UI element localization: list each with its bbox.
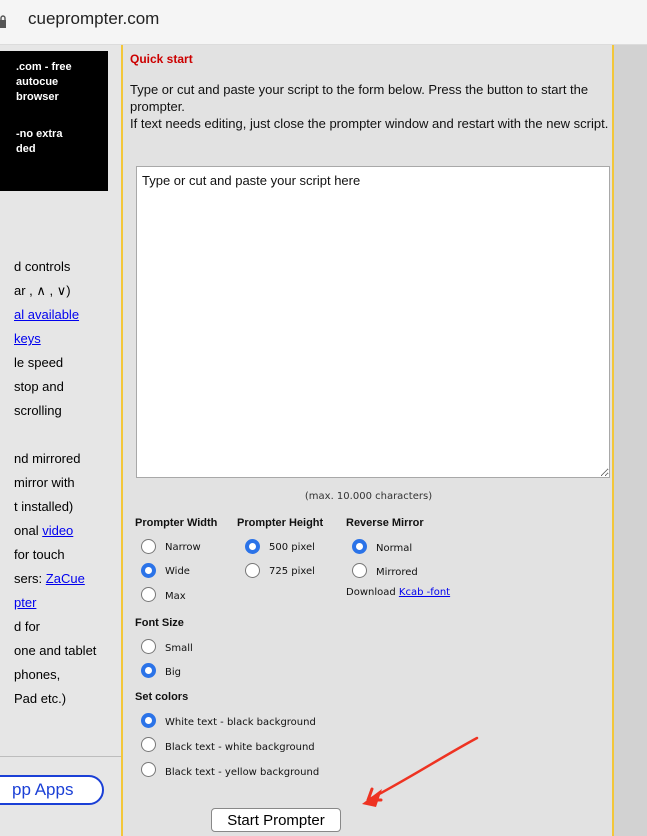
set-colors-label: Set colors [135, 691, 189, 703]
feature-text: one and tablet [14, 643, 97, 658]
section-title: Quick start [130, 52, 193, 66]
promo-line: -no extra [16, 128, 63, 140]
zacue-link[interactable]: ZaCue [46, 571, 85, 586]
feature-prefix: onal [14, 523, 43, 538]
manual-link[interactable]: al available [14, 307, 79, 322]
keys-link[interactable]: keys [14, 331, 41, 346]
font-big-radio[interactable] [141, 663, 156, 678]
color-white-black-label: White text - black background [165, 717, 316, 728]
height-500-label: 500 pixel [269, 542, 315, 553]
apps-button-label: pp Apps [12, 780, 74, 799]
color-white-black-radio[interactable] [141, 713, 156, 728]
width-narrow-label: Narrow [165, 542, 201, 553]
reverse-mirror-label: Reverse Mirror [346, 517, 424, 529]
color-black-white-radio[interactable] [141, 737, 156, 752]
download-prefix: Download [346, 587, 399, 598]
color-black-yellow-radio[interactable] [141, 762, 156, 777]
feature-text: onal video [14, 523, 73, 538]
width-wide-label: Wide [165, 566, 190, 577]
feature-text: t installed) [14, 499, 74, 514]
promo-line: autocue [16, 76, 59, 88]
promo-line: browser [16, 91, 59, 103]
feature-text: Pad etc.) [14, 691, 67, 706]
lock-icon [0, 14, 8, 33]
height-500-radio[interactable] [245, 539, 260, 554]
start-prompter-button[interactable]: Start Prompter [211, 808, 341, 832]
quick-start-panel: Quick start Type or cut and paste your s… [121, 45, 614, 836]
feature-text: nd mirrored [14, 451, 81, 466]
font-small-radio[interactable] [141, 639, 156, 654]
feature-link[interactable]: keys [14, 331, 41, 346]
intro-line: If text needs editing, just close the pr… [130, 116, 609, 131]
mirror-normal-label: Normal [376, 543, 413, 554]
feature-text: ar , ∧ , ∨) [14, 283, 71, 298]
feature-text: stop and [14, 379, 64, 394]
font-big-label: Big [165, 667, 181, 678]
sidebar-divider [0, 756, 121, 757]
width-max-radio[interactable] [141, 587, 156, 602]
width-narrow-radio[interactable] [141, 539, 156, 554]
left-sidebar: .com - free autocue browser -no extra de… [0, 45, 121, 836]
prompter-height-label: Prompter Height [237, 517, 324, 529]
feature-text: d for [14, 619, 41, 634]
right-margin [614, 45, 647, 836]
intro-line: Type or cut and paste your script to the… [130, 82, 589, 114]
script-textarea[interactable] [136, 166, 610, 478]
download-font-line: Download Kcab -font [346, 587, 450, 598]
feature-text: for touch [14, 547, 65, 562]
promo-banner: .com - free autocue browser -no extra de… [0, 51, 108, 191]
feature-text: phones, [14, 667, 61, 682]
feature-text: le speed [14, 355, 64, 370]
mirror-mirrored-radio[interactable] [352, 563, 367, 578]
feature-text: d controls [14, 259, 71, 274]
color-black-yellow-label: Black text - yellow background [165, 767, 320, 778]
intro-text: Type or cut and paste your script to the… [130, 81, 610, 132]
height-725-label: 725 pixel [269, 566, 315, 577]
font-size-label: Font Size [135, 617, 184, 629]
kcab-font-link[interactable]: Kcab -font [399, 587, 450, 598]
prompter-width-label: Prompter Width [135, 517, 218, 529]
feature-link[interactable]: pter [14, 595, 36, 610]
width-wide-radio[interactable] [141, 563, 156, 578]
font-small-label: Small [165, 643, 193, 654]
feature-link[interactable]: al available [14, 307, 79, 322]
feature-text: mirror with [14, 475, 75, 490]
mirror-mirrored-label: Mirrored [376, 567, 418, 578]
feature-text: scrolling [14, 403, 62, 418]
browser-url-bar[interactable]: cueprompter.com [0, 0, 647, 45]
apps-button[interactable]: pp Apps [0, 775, 104, 805]
mirror-normal-radio[interactable] [352, 539, 367, 554]
promo-line: .com - free [16, 61, 72, 73]
url-text[interactable]: cueprompter.com [28, 9, 159, 29]
color-black-white-label: Black text - white background [165, 742, 315, 753]
feature-prefix: sers: [14, 571, 46, 586]
video-link[interactable]: video [42, 523, 73, 538]
max-chars-note: (max. 10.000 characters) [304, 491, 433, 502]
feature-text: sers: ZaCue [14, 571, 85, 586]
prompter-app-link[interactable]: pter [14, 595, 36, 610]
promo-line: ded [16, 143, 36, 155]
width-max-label: Max [165, 591, 186, 602]
height-725-radio[interactable] [245, 563, 260, 578]
